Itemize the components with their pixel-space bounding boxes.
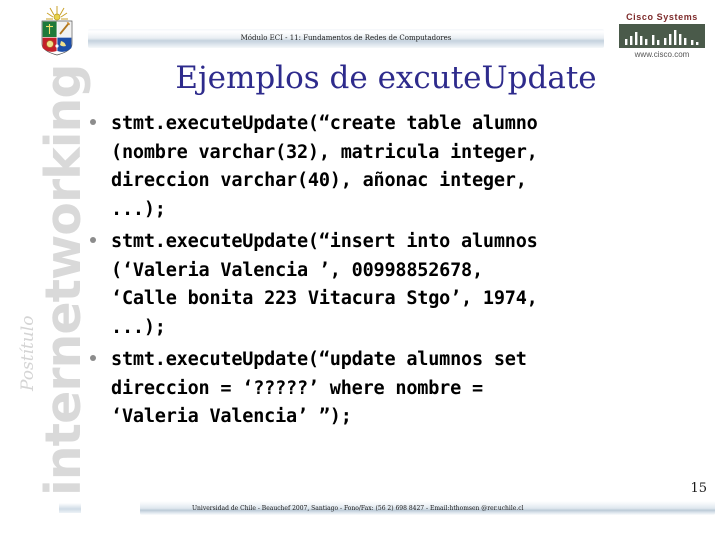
cisco-bridge-icon xyxy=(619,24,705,48)
code-snippet: stmt.executeUpdate(“update alumnos set d… xyxy=(111,349,527,427)
bullet-dot-icon xyxy=(90,355,96,361)
list-item: stmt.executeUpdate(“insert into alumnos … xyxy=(86,228,704,342)
page-title: Ejemplos de excuteUpdate xyxy=(175,60,597,96)
postitulo-label: Postítulo xyxy=(18,315,38,391)
code-snippet: stmt.executeUpdate(“insert into alumnos … xyxy=(111,231,538,338)
list-item: stmt.executeUpdate(“update alumnos set d… xyxy=(86,346,704,432)
bullet-list: stmt.executeUpdate(“create table alumno … xyxy=(86,110,704,436)
sidebar-branding: internetworking Postítulo xyxy=(0,0,92,540)
bullet-dot-icon xyxy=(90,237,96,243)
internetworking-wordmark: internetworking xyxy=(35,64,92,496)
presentation-slide: internetworking Postítulo Módulo ECI - 1… xyxy=(0,0,720,540)
code-snippet: stmt.executeUpdate(“create table alumno … xyxy=(111,113,538,220)
footer-contact-info: Universidad de Chile - Beauchef 2007, Sa… xyxy=(192,505,524,512)
module-title: Módulo ECI - 11: Fundamentos de Redes de… xyxy=(240,34,452,42)
bullet-dot-icon xyxy=(90,119,96,125)
cisco-wordmark: Cisco Systems xyxy=(626,12,698,22)
universidad-de-chile-crest-icon xyxy=(37,4,77,56)
page-number: 15 xyxy=(690,481,707,496)
cisco-systems-logo: Cisco Systems www.cisco.com xyxy=(617,12,707,64)
footer-accent-block xyxy=(59,503,81,513)
list-item: stmt.executeUpdate(“create table alumno … xyxy=(86,110,704,224)
